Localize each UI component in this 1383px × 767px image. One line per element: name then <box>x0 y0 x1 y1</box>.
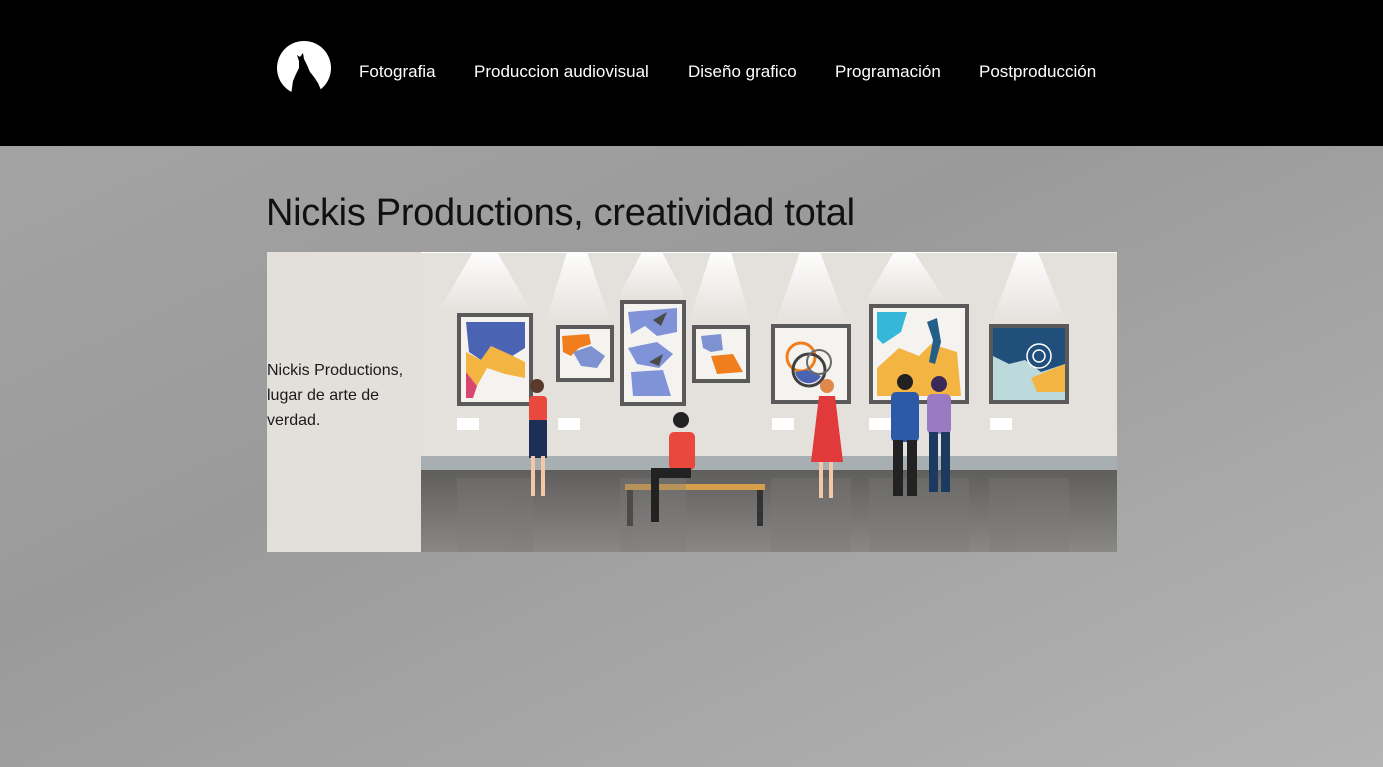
hero-banner: Nickis Productions, lugar de arte de ver… <box>267 252 1117 552</box>
page-title: Nickis Productions, creatividad total <box>266 192 855 234</box>
hero-text: Nickis Productions, lugar de arte de ver… <box>267 362 404 429</box>
art-gallery-illustration-icon <box>421 252 1117 552</box>
nav-item-fotografia[interactable]: Fotografia <box>359 62 436 82</box>
nav-item-postproduccion[interactable]: Postproducción <box>979 62 1096 82</box>
site-header: Fotografia Produccion audiovisual Diseño… <box>0 0 1383 146</box>
wolf-logo-icon[interactable] <box>277 41 331 95</box>
nav-item-produccion-audiovisual[interactable]: Produccion audiovisual <box>474 62 649 82</box>
nav-item-diseno-grafico[interactable]: Diseño grafico <box>688 62 797 82</box>
nav-item-programacion[interactable]: Programación <box>835 62 941 82</box>
